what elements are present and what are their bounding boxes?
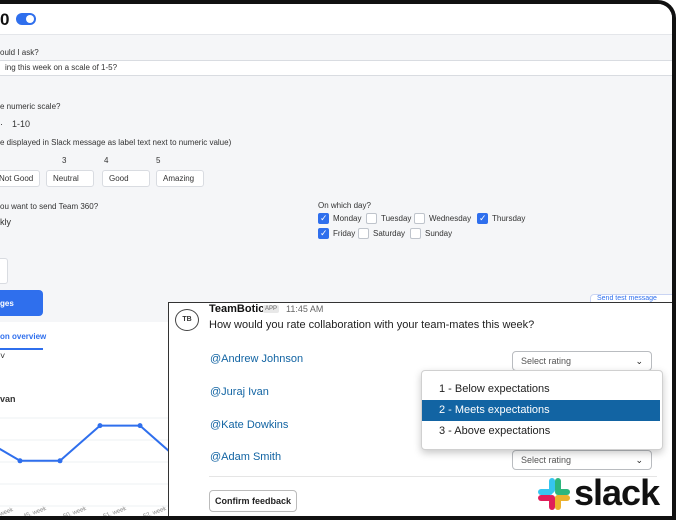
x-tick-label: 50. week bbox=[63, 506, 89, 520]
day-tuesday: Tuesday bbox=[381, 214, 412, 223]
checkbox-tuesday[interactable] bbox=[366, 213, 377, 224]
label-input-5[interactable]: Amazing bbox=[156, 170, 204, 187]
enabled-toggle[interactable] bbox=[16, 13, 36, 25]
label-input-2[interactable]: Not Good bbox=[0, 170, 40, 187]
x-tick-label: 45. week bbox=[23, 506, 49, 520]
person-name: van bbox=[0, 394, 16, 404]
question-input[interactable]: ing this week on a scale of 1-5? bbox=[0, 60, 672, 76]
member-kate-dowkins[interactable]: @Kate Dowkins bbox=[210, 419, 288, 431]
data-point[interactable] bbox=[137, 423, 143, 429]
question-input-value: ing this week on a scale of 1-5? bbox=[5, 63, 118, 72]
label-input-5-value: Amazing bbox=[163, 174, 195, 183]
message-time[interactable]: 11:45 AM bbox=[286, 304, 323, 314]
tab-overview[interactable]: on overview bbox=[0, 332, 46, 341]
send-when-label: ou want to send Team 360? bbox=[0, 202, 99, 211]
data-point[interactable] bbox=[97, 423, 103, 429]
app-badge: APP bbox=[263, 305, 280, 313]
checkbox-wednesday[interactable] bbox=[414, 213, 425, 224]
message-question: How would you rate collaboration with yo… bbox=[209, 319, 535, 331]
scale-number-4: 4 bbox=[104, 156, 109, 165]
labels-hint: e displayed in Slack message as label te… bbox=[0, 138, 232, 147]
day-sunday: Sunday bbox=[425, 229, 453, 238]
member-adam-smith[interactable]: @Adam Smith bbox=[210, 451, 281, 463]
day-monday: Monday bbox=[333, 214, 362, 223]
tab-underline bbox=[0, 348, 43, 350]
rating-option-1[interactable]: 1 - Below expectations bbox=[422, 379, 660, 400]
rating-select-adam[interactable]: Select rating ⌄ bbox=[512, 450, 652, 470]
scale-radio[interactable]: · bbox=[0, 119, 3, 129]
label-input-4-value: Good bbox=[109, 174, 129, 183]
day-wednesday: Wednesday bbox=[429, 214, 472, 223]
rating-select-andrew[interactable]: Select rating ⌄ bbox=[512, 351, 652, 371]
checkbox-monday[interactable] bbox=[318, 213, 329, 224]
rating-select-adam-value: Select rating bbox=[521, 455, 572, 465]
checkbox-thursday[interactable] bbox=[477, 213, 488, 224]
x-tick-label: 51. week bbox=[103, 506, 129, 520]
x-tick-label: 6. week bbox=[0, 507, 15, 520]
frequency-value[interactable]: kly bbox=[0, 217, 11, 227]
bot-name[interactable]: TeamBotic bbox=[209, 303, 264, 315]
day-friday: Friday bbox=[333, 229, 356, 238]
slack-wordmark: slack bbox=[574, 472, 660, 513]
label-input-3-value: Neutral bbox=[53, 174, 79, 183]
header-bar: 0 bbox=[0, 4, 672, 35]
data-point[interactable] bbox=[57, 458, 63, 464]
checkbox-friday[interactable] bbox=[318, 228, 329, 239]
rating-option-2[interactable]: 2 - Meets expectations bbox=[422, 400, 660, 421]
label-input-4[interactable]: Good bbox=[102, 170, 150, 187]
day-thursday: Thursday bbox=[492, 214, 526, 223]
chevron-down-icon: ⌄ bbox=[635, 455, 643, 465]
checkbox-sunday[interactable] bbox=[410, 228, 421, 239]
day-label: On which day? bbox=[318, 201, 371, 210]
member-andrew-johnson[interactable]: @Andrew Johnson bbox=[210, 353, 303, 365]
rating-option-3[interactable]: 3 - Above expectations bbox=[422, 421, 660, 442]
question-label: ould I ask? bbox=[0, 48, 39, 57]
app-window: 0 ould I ask? ing this week on a scale o… bbox=[0, 0, 676, 520]
x-tick-label: 52. week bbox=[143, 506, 169, 520]
partial-input[interactable] bbox=[0, 258, 8, 284]
scale-label: e numeric scale? bbox=[0, 102, 61, 111]
slack-logo: slack bbox=[534, 472, 672, 514]
data-point[interactable] bbox=[17, 458, 23, 464]
slack-hash-icon bbox=[538, 478, 570, 510]
member-juraj-ivan[interactable]: @Juraj Ivan bbox=[210, 386, 269, 398]
collaboration-chart: 6. week45. week50. week51. week52. week1… bbox=[0, 417, 170, 520]
confirm-feedback-button[interactable]: Confirm feedback bbox=[209, 490, 297, 512]
save-changes-label: ges bbox=[0, 299, 14, 308]
rating-select-andrew-value: Select rating bbox=[521, 356, 572, 366]
label-input-3[interactable]: Neutral bbox=[46, 170, 94, 187]
scale-value: 1-10 bbox=[12, 119, 31, 129]
series-line bbox=[0, 424, 170, 462]
scale-number-5: 5 bbox=[156, 156, 161, 165]
filter-caret[interactable]: ˅ bbox=[0, 351, 5, 361]
chevron-down-icon: ⌄ bbox=[635, 356, 643, 366]
send-test-label: Send test message bbox=[597, 295, 657, 302]
rating-dropdown-menu: 1 - Below expectations 2 - Meets expecta… bbox=[421, 370, 663, 450]
page-title: 0 bbox=[0, 10, 10, 29]
label-input-2-value: Not Good bbox=[0, 174, 34, 183]
scale-number-3: 3 bbox=[62, 156, 67, 165]
checkbox-saturday[interactable] bbox=[358, 228, 369, 239]
day-saturday: Saturday bbox=[373, 229, 406, 238]
bot-avatar: TB bbox=[175, 309, 199, 331]
save-changes-button[interactable]: ges bbox=[0, 290, 43, 316]
